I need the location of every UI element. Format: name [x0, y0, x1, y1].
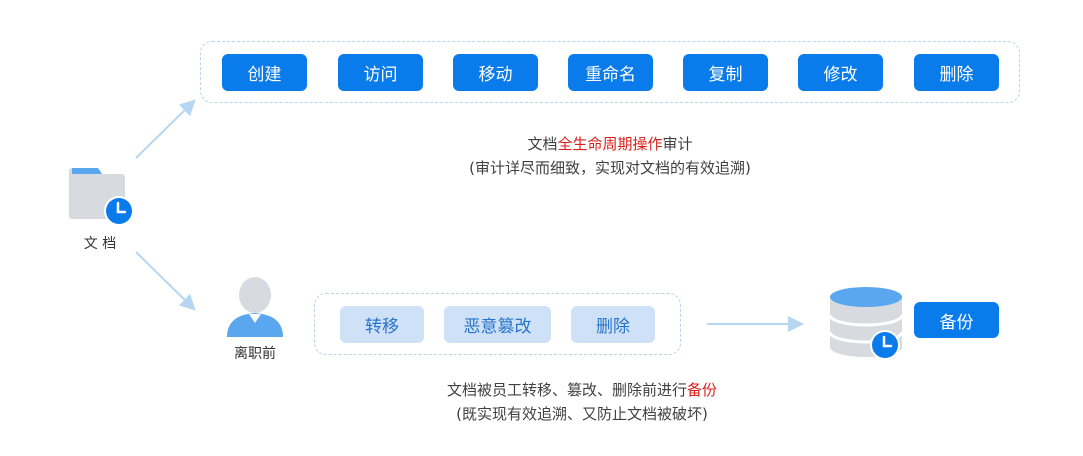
action-tamper-button[interactable]: 恶意篡改 — [444, 306, 551, 343]
bottom-caption: 文档被员工转移、篡改、删除前进行备份 — [352, 379, 812, 401]
action-rename-button[interactable]: 重命名 — [568, 54, 653, 91]
action-create-button[interactable]: 创建 — [222, 54, 307, 91]
folder-clock-icon — [69, 168, 134, 226]
bottom-caption-prefix: 文档被员工转移、篡改、删除前进行 — [446, 381, 687, 399]
action-access-button[interactable]: 访问 — [338, 54, 423, 91]
action-move-button[interactable]: 移动 — [453, 54, 538, 91]
bottom-caption-sub: (既实现有效追溯、又防止文档被破坏) — [456, 405, 708, 423]
bottom-caption-highlight: 备份 — [687, 381, 718, 399]
document-node: 文 档 — [60, 160, 140, 260]
action-delete-button[interactable]: 删除 — [914, 54, 999, 91]
top-caption: 文档全生命周期操作审计 — [380, 133, 840, 155]
person-label: 离职前 — [234, 346, 276, 362]
person-node: 离职前 — [215, 272, 295, 372]
action-transfer-button[interactable]: 转移 — [340, 306, 424, 343]
backup-button[interactable]: 备份 — [914, 302, 999, 338]
action-modify-button[interactable]: 修改 — [798, 54, 883, 91]
document-label: 文 档 — [83, 236, 117, 252]
action-copy-button[interactable]: 复制 — [683, 54, 768, 91]
database-clock-icon — [828, 287, 904, 360]
top-caption-prefix: 文档 — [527, 135, 558, 153]
top-caption-suffix: 审计 — [662, 135, 693, 153]
person-icon — [227, 277, 283, 337]
action-remove-button[interactable]: 删除 — [571, 306, 655, 343]
top-caption-highlight: 全生命周期操作 — [557, 135, 663, 153]
top-caption-sub: (审计详尽而细致，实现对文档的有效追溯) — [469, 159, 751, 177]
